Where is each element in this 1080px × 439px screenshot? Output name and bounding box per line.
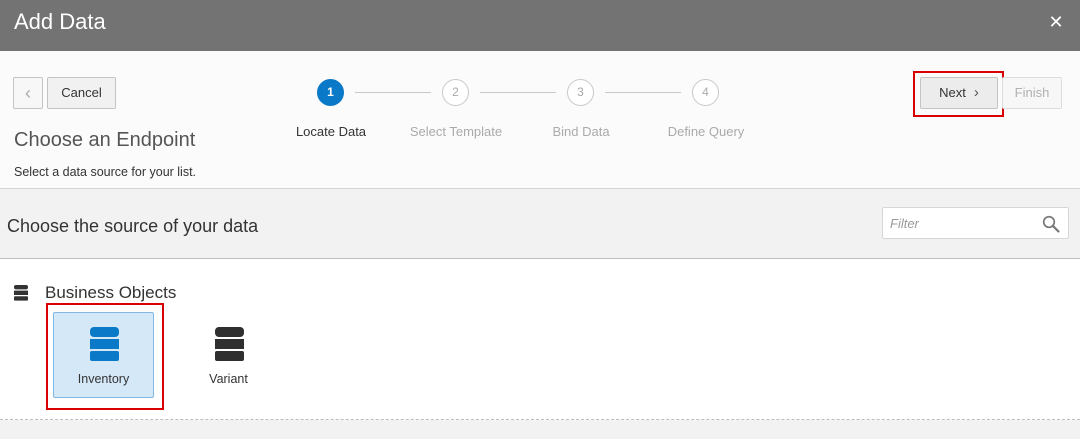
source-title: Choose the source of your data — [7, 216, 259, 236]
data-source-list: Business Objects Inventory Variant — [0, 260, 1080, 439]
train-label-select-template[interactable]: Select Template — [396, 124, 516, 139]
tile-variant[interactable]: Variant — [178, 312, 279, 398]
train-connector — [605, 92, 681, 93]
inventory-highlight-box — [46, 303, 164, 410]
step-title: Choose an Endpoint — [14, 129, 196, 151]
finish-button[interactable]: Finish — [1002, 77, 1062, 109]
footer-area — [0, 420, 1080, 439]
train-connector — [480, 92, 556, 93]
filter-input[interactable] — [882, 207, 1069, 239]
train-connector — [355, 92, 431, 93]
train-label-locate-data[interactable]: Locate Data — [271, 124, 391, 139]
step-description: Select a data source for your list. — [14, 165, 197, 179]
database-icon — [215, 327, 244, 361]
wizard-header: ‹ Cancel 1 2 3 4 Locate Data Select Temp… — [0, 51, 1080, 189]
database-icon — [14, 285, 28, 301]
train-stop-3[interactable]: 3 — [567, 79, 594, 106]
add-data-dialog: Add Data ✕ ‹ Cancel 1 2 3 4 Locate Data … — [0, 0, 1080, 439]
train-label-define-query[interactable]: Define Query — [646, 124, 766, 139]
back-button[interactable]: ‹ — [13, 77, 43, 109]
train-stop-2[interactable]: 2 — [442, 79, 469, 106]
train-stop-1[interactable]: 1 — [317, 79, 344, 106]
source-header: Choose the source of your data — [0, 189, 1080, 259]
cancel-button[interactable]: Cancel — [47, 77, 116, 109]
next-highlight-box — [913, 71, 1004, 117]
train-label-bind-data[interactable]: Bind Data — [521, 124, 641, 139]
train-stop-4[interactable]: 4 — [692, 79, 719, 106]
dialog-title: Add Data — [14, 9, 106, 34]
tile-label: Variant — [209, 372, 248, 386]
category-title: Business Objects — [45, 283, 177, 302]
search-icon[interactable] — [1042, 215, 1060, 233]
close-icon[interactable]: ✕ — [1046, 12, 1066, 32]
dialog-titlebar: Add Data ✕ — [0, 0, 1080, 51]
